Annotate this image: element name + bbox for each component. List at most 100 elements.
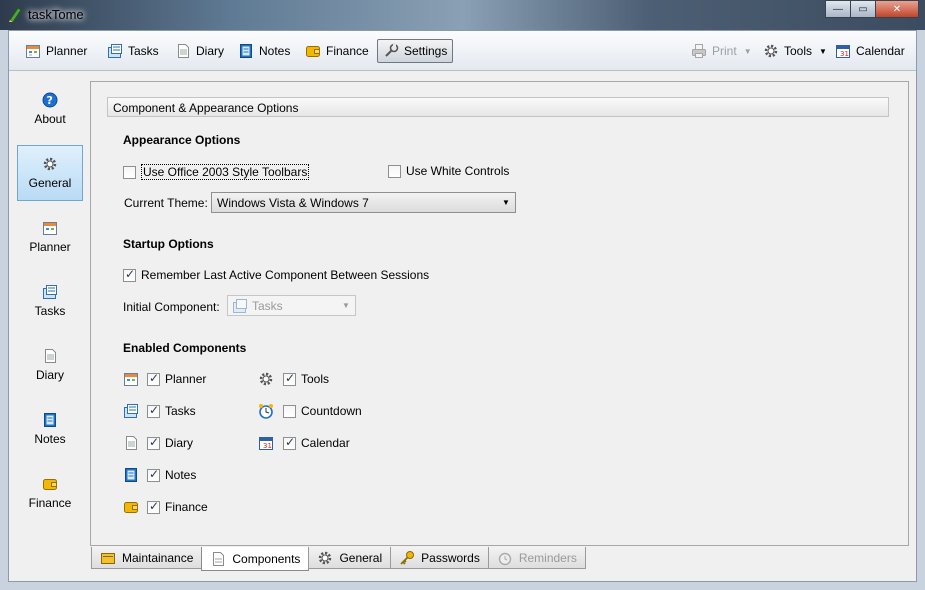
finance-icon	[123, 499, 139, 515]
component-countdown-checkbox[interactable]	[283, 404, 296, 418]
component-notes-label: Notes	[165, 468, 197, 482]
toolbar-settings-button[interactable]: Settings	[377, 39, 454, 63]
component-tools-option[interactable]: Tools	[283, 371, 329, 386]
diary-icon	[42, 348, 58, 364]
planner-icon	[25, 43, 41, 59]
component-calendar-checkbox[interactable]	[283, 435, 296, 450]
toolbar-calendar-button[interactable]: 31 Calendar	[829, 39, 911, 63]
window-title: taskTome	[28, 7, 84, 22]
folder-icon	[100, 550, 116, 566]
sidebar-item-planner-label: Planner	[29, 240, 71, 254]
white-controls-label: Use White Controls	[406, 164, 510, 178]
tab-general[interactable]: General	[308, 547, 392, 569]
chevron-down-icon[interactable]: ▼	[497, 193, 515, 212]
toolbar-planner-label: Planner	[46, 44, 88, 58]
tasks-icon	[232, 298, 248, 314]
tab-components[interactable]: Components	[201, 547, 310, 571]
tools-dropdown-arrow-icon[interactable]: ▼	[819, 47, 827, 56]
planner-icon	[42, 220, 58, 236]
current-theme-value: Windows Vista & Windows 7	[217, 195, 369, 210]
component-diary-label: Diary	[165, 436, 194, 450]
notes-icon	[238, 43, 254, 59]
toolbar-planner-button[interactable]: Planner	[19, 39, 93, 63]
toolbar-tools-button[interactable]: Tools ▼	[757, 39, 833, 63]
component-tools-checkbox[interactable]	[283, 371, 296, 386]
sidebar-item-general-label: General	[28, 176, 72, 190]
office-toolbars-checkbox[interactable]	[123, 165, 136, 179]
remember-component-option[interactable]: Remember Last Active Component Between S…	[123, 267, 429, 282]
initial-component-select[interactable]: Tasks ▼	[227, 295, 356, 316]
toolbar-notes-label: Notes	[259, 44, 291, 58]
gear-icon	[763, 43, 779, 59]
svg-text:?: ?	[47, 94, 53, 107]
office-toolbars-option[interactable]: Use Office 2003 Style Toolbars	[123, 164, 310, 180]
component-planner-checkbox[interactable]	[147, 371, 160, 386]
minimize-button[interactable]: —	[825, 0, 851, 18]
toolbar-print-button[interactable]: Print ▼	[685, 39, 758, 63]
current-theme-select[interactable]: Windows Vista & Windows 7 ▼	[211, 192, 516, 213]
tab-maintainance-label: Maintainance	[122, 550, 194, 565]
component-tasks-checkbox[interactable]	[147, 403, 160, 418]
toolbar-tasks-button[interactable]: Tasks	[101, 39, 165, 63]
diary-icon	[175, 43, 191, 59]
tab-reminders[interactable]: Reminders	[487, 547, 586, 569]
toolbar-notes-button[interactable]: Notes	[232, 39, 296, 63]
component-notes-checkbox[interactable]	[147, 467, 160, 482]
planner-icon	[123, 371, 139, 387]
print-icon	[691, 43, 707, 59]
component-planner-option[interactable]: Planner	[147, 371, 207, 386]
notes-icon	[123, 467, 139, 483]
chevron-down-icon[interactable]: ▼	[337, 296, 355, 315]
toolbar-diary-button[interactable]: Diary	[169, 39, 230, 63]
toolbar-tools-label: Tools	[784, 44, 813, 58]
sidebar-item-about-label: About	[34, 112, 66, 126]
component-calendar-option[interactable]: Calendar	[283, 435, 350, 450]
diary-icon	[210, 551, 226, 567]
sidebar-item-general[interactable]: General	[17, 145, 83, 201]
settings-tabs: Maintainance Components General Password…	[91, 547, 586, 571]
office-toolbars-label: Use Office 2003 Style Toolbars	[141, 164, 310, 180]
sidebar-item-finance[interactable]: Finance	[17, 465, 83, 521]
sidebar-item-diary[interactable]: Diary	[17, 337, 83, 393]
maximize-button[interactable]: ▭	[850, 0, 876, 18]
initial-component-label: Initial Component:	[123, 300, 220, 314]
white-controls-checkbox[interactable]	[388, 164, 401, 178]
sidebar-item-tasks[interactable]: Tasks	[17, 273, 83, 329]
window-frame: Planner Tasks Diary Notes Finance Settin…	[0, 30, 925, 590]
sidebar-item-about[interactable]: ? About	[17, 81, 83, 137]
tasks-icon	[107, 43, 123, 59]
notes-icon	[42, 412, 58, 428]
panel-header: Component & Appearance Options	[107, 97, 889, 117]
component-diary-checkbox[interactable]	[147, 435, 160, 450]
component-notes-option[interactable]: Notes	[147, 467, 197, 482]
tab-passwords[interactable]: Passwords	[390, 547, 489, 569]
white-controls-option[interactable]: Use White Controls	[388, 164, 509, 178]
gear-icon	[317, 550, 333, 566]
toolbar-print-label: Print	[712, 44, 737, 58]
toolbar-settings-label: Settings	[404, 44, 448, 58]
tab-maintainance[interactable]: Maintainance	[91, 547, 203, 569]
component-finance-option[interactable]: Finance	[147, 499, 208, 514]
sidebar-item-notes[interactable]: Notes	[17, 401, 83, 457]
help-icon: ?	[42, 92, 58, 108]
client-area: Planner Tasks Diary Notes Finance Settin…	[8, 30, 917, 582]
toolbar-finance-button[interactable]: Finance	[299, 39, 375, 63]
sidebar-item-tasks-label: Tasks	[34, 304, 66, 318]
calendar-icon: 31	[835, 43, 851, 59]
component-finance-checkbox[interactable]	[147, 499, 160, 514]
clock-icon	[258, 403, 274, 419]
sidebar-item-diary-label: Diary	[35, 368, 64, 382]
component-countdown-option[interactable]: Countdown	[283, 404, 362, 418]
remember-component-checkbox[interactable]	[123, 267, 136, 282]
finance-icon	[305, 43, 321, 59]
svg-text:31: 31	[263, 442, 272, 450]
print-dropdown-arrow-icon[interactable]: ▼	[744, 47, 752, 56]
component-diary-option[interactable]: Diary	[147, 435, 194, 450]
sidebar-item-finance-label: Finance	[28, 496, 72, 510]
pencil-icon	[8, 6, 22, 22]
close-button[interactable]: ✕	[875, 0, 919, 18]
component-tasks-option[interactable]: Tasks	[147, 403, 196, 418]
sidebar-item-planner[interactable]: Planner	[17, 209, 83, 265]
component-planner-label: Planner	[165, 372, 207, 386]
tasks-icon	[42, 284, 58, 300]
